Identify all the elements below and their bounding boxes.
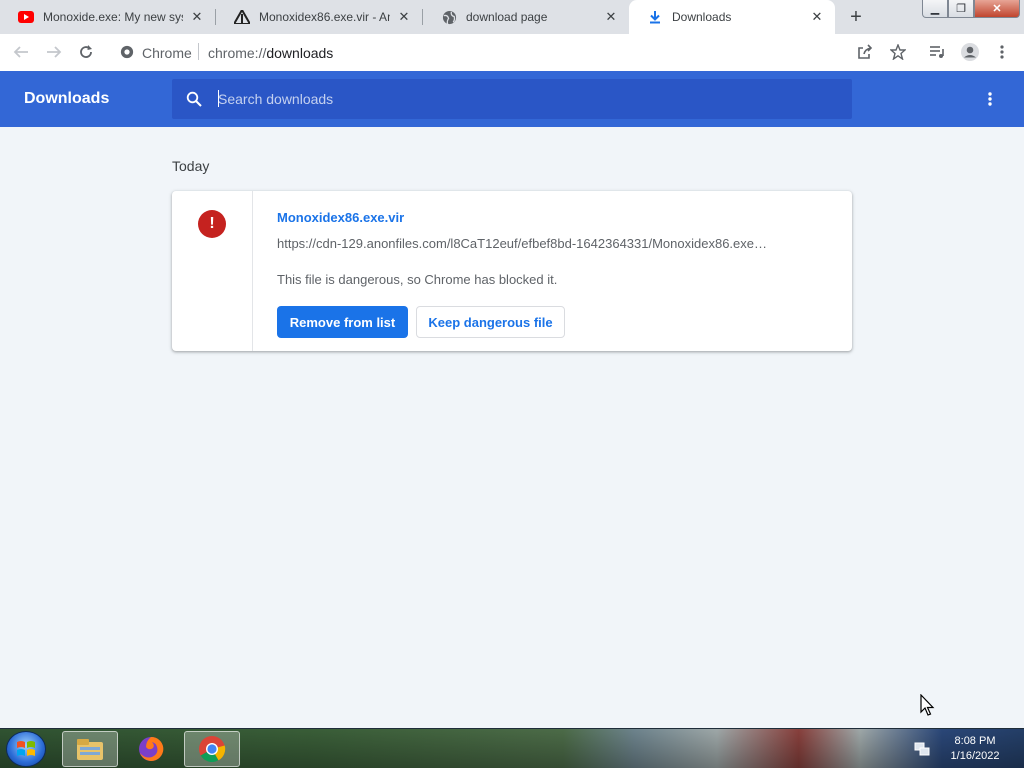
reload-button[interactable] — [74, 40, 98, 64]
tab-download-page[interactable]: download page ✕ — [423, 0, 629, 34]
forward-button[interactable] — [42, 40, 66, 64]
browser-menu-button[interactable] — [990, 40, 1014, 64]
text-caret — [218, 90, 219, 107]
maximize-button[interactable]: ❐ — [948, 0, 974, 18]
download-source-url[interactable]: https://cdn-129.anonfiles.com/l8CaT12euf… — [277, 236, 777, 251]
share-button[interactable] — [853, 40, 877, 64]
downloads-header: Downloads — [0, 71, 1024, 127]
reload-icon — [80, 45, 92, 58]
close-tab-icon[interactable]: ✕ — [603, 9, 619, 25]
taskbar-explorer[interactable] — [62, 731, 118, 767]
danger-warning-icon: ! — [198, 210, 226, 238]
forward-arrow-icon — [47, 46, 62, 58]
back-arrow-icon — [13, 46, 28, 58]
profile-button[interactable] — [958, 40, 982, 64]
omnibox[interactable]: Chrome chrome://downloads — [112, 38, 882, 66]
start-button[interactable] — [6, 731, 46, 767]
download-danger-description: This file is dangerous, so Chrome has bl… — [277, 272, 558, 287]
download-file-name[interactable]: Monoxidex86.exe.vir — [277, 210, 404, 225]
download-item-card: ! Monoxidex86.exe.vir https://cdn-129.an… — [172, 191, 852, 351]
tab-anonfiles[interactable]: Monoxidex86.exe.vir - Ano ✕ — [216, 0, 422, 34]
url-scheme: chrome:// — [208, 45, 267, 61]
close-tab-icon[interactable]: ✕ — [189, 9, 205, 25]
taskbar-firefox[interactable] — [123, 731, 179, 767]
date-group-label: Today — [172, 158, 210, 174]
close-window-button[interactable]: ✕ — [974, 0, 1020, 18]
chrome-icon — [199, 736, 226, 763]
keep-dangerous-file-button[interactable]: Keep dangerous file — [416, 306, 565, 338]
bookmark-button[interactable] — [886, 40, 910, 64]
anonfiles-icon — [234, 9, 250, 25]
page-title: Downloads — [24, 90, 110, 107]
media-control-button[interactable] — [925, 40, 949, 64]
download-icon — [647, 9, 663, 25]
new-tab-button[interactable]: + — [844, 5, 868, 29]
firefox-icon — [139, 736, 164, 761]
avatar-icon — [961, 43, 979, 61]
tab-title: Monoxidex86.exe.vir - Ano — [259, 10, 390, 24]
globe-icon — [441, 9, 457, 25]
omnibox-url[interactable]: chrome://downloads — [208, 45, 333, 61]
system-clock[interactable]: 8:08 PM 1/16/2022 — [936, 734, 1014, 764]
tab-strip: Monoxide.exe: My new sys ✕ Monoxidex86.e… — [0, 0, 1024, 34]
back-button[interactable] — [9, 40, 33, 64]
search-input[interactable] — [218, 89, 838, 109]
omnibox-separator — [198, 43, 199, 60]
media-queue-icon — [930, 46, 944, 58]
share-icon — [858, 44, 873, 59]
omnibox-site-label: Chrome — [142, 45, 192, 61]
chrome-page-icon — [120, 45, 134, 59]
downloads-menu-button[interactable] — [978, 87, 1002, 111]
download-item-icon-column: ! — [172, 191, 253, 351]
network-icon[interactable] — [914, 741, 930, 757]
tab-monoxide-video[interactable]: Monoxide.exe: My new sys ✕ — [0, 0, 215, 34]
search-icon — [186, 91, 202, 107]
windows-taskbar: 8:08 PM 1/16/2022 — [0, 728, 1024, 768]
star-icon — [890, 44, 906, 60]
search-box[interactable] — [172, 79, 852, 119]
browser-toolbar: Chrome chrome://downloads — [0, 34, 1024, 71]
windows-logo-icon — [17, 741, 35, 756]
tab-title: download page — [466, 10, 548, 24]
clock-date: 1/16/2022 — [950, 750, 1000, 762]
tab-title: Monoxide.exe: My new sys — [43, 10, 183, 24]
minimize-button[interactable]: ▁ — [922, 0, 948, 18]
taskbar-chrome[interactable] — [184, 731, 240, 767]
url-host: downloads — [266, 45, 334, 61]
clock-time: 8:08 PM — [954, 735, 996, 747]
remove-from-list-button[interactable]: Remove from list — [277, 306, 408, 338]
youtube-icon — [18, 9, 34, 25]
close-tab-icon[interactable]: ✕ — [396, 9, 412, 25]
more-vert-icon — [988, 92, 992, 106]
tab-downloads[interactable]: Downloads ✕ — [629, 0, 835, 34]
more-vert-icon — [1000, 45, 1004, 59]
close-tab-icon[interactable]: ✕ — [809, 9, 825, 25]
mouse-cursor-icon — [920, 694, 935, 716]
tab-title: Downloads — [672, 10, 732, 24]
folder-icon — [77, 739, 103, 760]
